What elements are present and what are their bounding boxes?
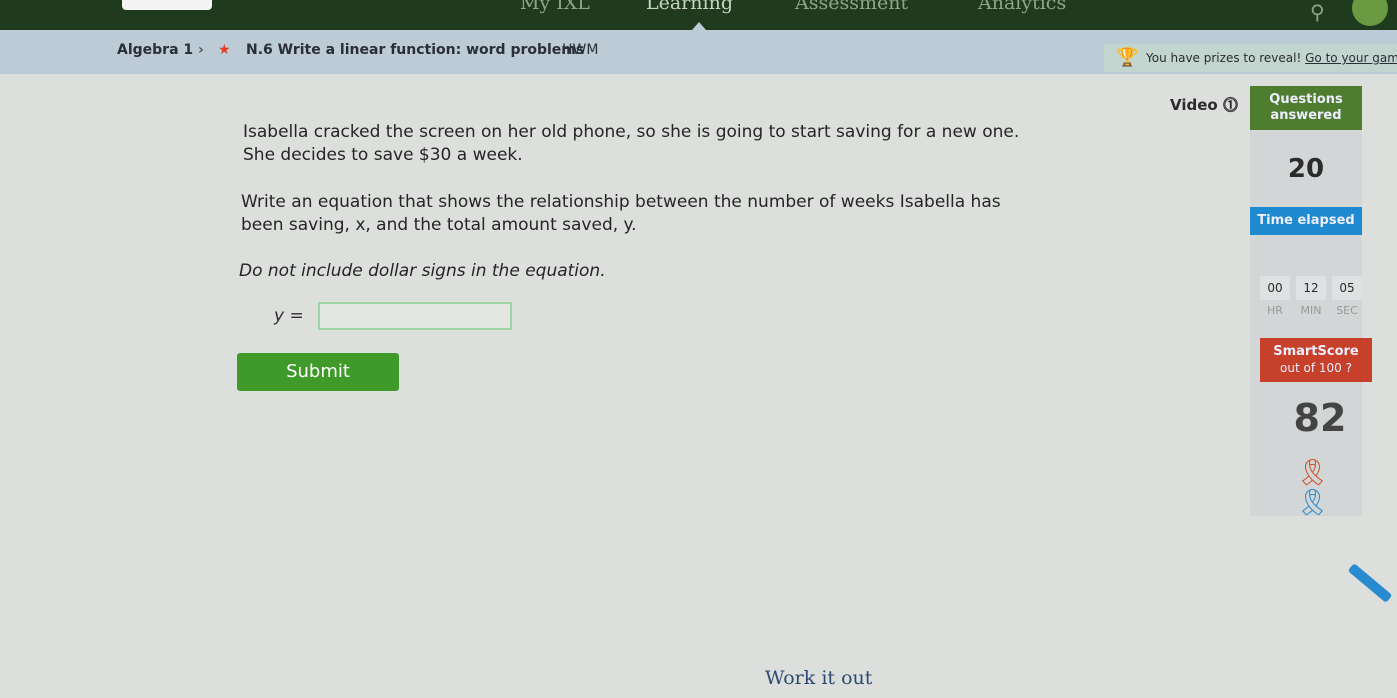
video-label: Video (1170, 96, 1218, 114)
submit-button[interactable]: Submit (237, 353, 399, 391)
smartscore-sub: out of 100 (1280, 361, 1342, 375)
smartscore-header: SmartScore out of 100 ? (1260, 338, 1372, 382)
chevron-right-icon: › (198, 42, 204, 58)
smartscore-value: 82 (1293, 396, 1347, 440)
time-elapsed-header: Time elapsed (1250, 207, 1362, 235)
question-instruction: Do not include dollar signs in the equat… (239, 261, 606, 281)
question-text-4: been saving, x, and the total amount sav… (241, 215, 637, 235)
nav-assessment[interactable]: Assessment (795, 0, 908, 14)
prize-banner: 🏆 You have prizes to reveal! Go to your … (1104, 44, 1397, 72)
questions-answered-header: Questions answered (1250, 86, 1362, 130)
avatar[interactable] (1352, 0, 1388, 26)
answer-input[interactable] (318, 302, 512, 330)
gold-ribbon-icon: 🎗 (1296, 458, 1330, 488)
question-text-1: Isabella cracked the screen on her old p… (243, 122, 1020, 142)
breadcrumb-skill: N.6 Write a linear function: word proble… (246, 42, 585, 58)
question-text-2: She decides to save $30 a week. (243, 145, 523, 165)
question-text-3: Write an equation that shows the relatio… (241, 192, 1001, 212)
active-nav-caret (692, 22, 706, 30)
timer-seconds: 05 (1332, 276, 1362, 300)
video-button[interactable]: Video ⓵ (1170, 94, 1238, 115)
skill-tag: HWM (562, 42, 599, 58)
star-icon: ★ (218, 42, 231, 58)
pencil-icon[interactable] (1347, 563, 1393, 603)
ribbon-icons: 🎗🎗 (1296, 458, 1362, 518)
minutes-label: MIN (1300, 304, 1322, 317)
stats-sidebar: Questions answered 20 Time elapsed 00 12… (1250, 86, 1372, 518)
nav-my-ixl[interactable]: My IXL (520, 0, 590, 14)
answer-label: y = (274, 306, 304, 326)
timer-hours: 00 (1260, 276, 1290, 300)
timer-minutes: 12 (1296, 276, 1326, 300)
nav-analytics[interactable]: Analytics (978, 0, 1066, 14)
hours-label: HR (1267, 304, 1283, 317)
blue-ribbon-icon: 🎗 (1296, 488, 1330, 518)
help-icon[interactable]: ? (1346, 361, 1352, 375)
seconds-label: SEC (1336, 304, 1358, 317)
nav-learning[interactable]: Learning (646, 0, 733, 14)
breadcrumb-subject[interactable]: Algebra 1 (117, 42, 193, 58)
work-it-out-link[interactable]: Work it out (765, 667, 872, 689)
ixl-logo[interactable] (122, 0, 212, 10)
questions-answered-count: 20 (1287, 154, 1325, 184)
search-icon[interactable]: ⚲ (1310, 0, 1325, 24)
smartscore-label: SmartScore (1273, 344, 1359, 359)
prize-link[interactable]: Go to your gam (1305, 51, 1397, 65)
play-icon: ⓵ (1222, 96, 1238, 114)
trophy-icon: 🏆 (1116, 47, 1139, 68)
prize-text: You have prizes to reveal! (1146, 51, 1302, 65)
